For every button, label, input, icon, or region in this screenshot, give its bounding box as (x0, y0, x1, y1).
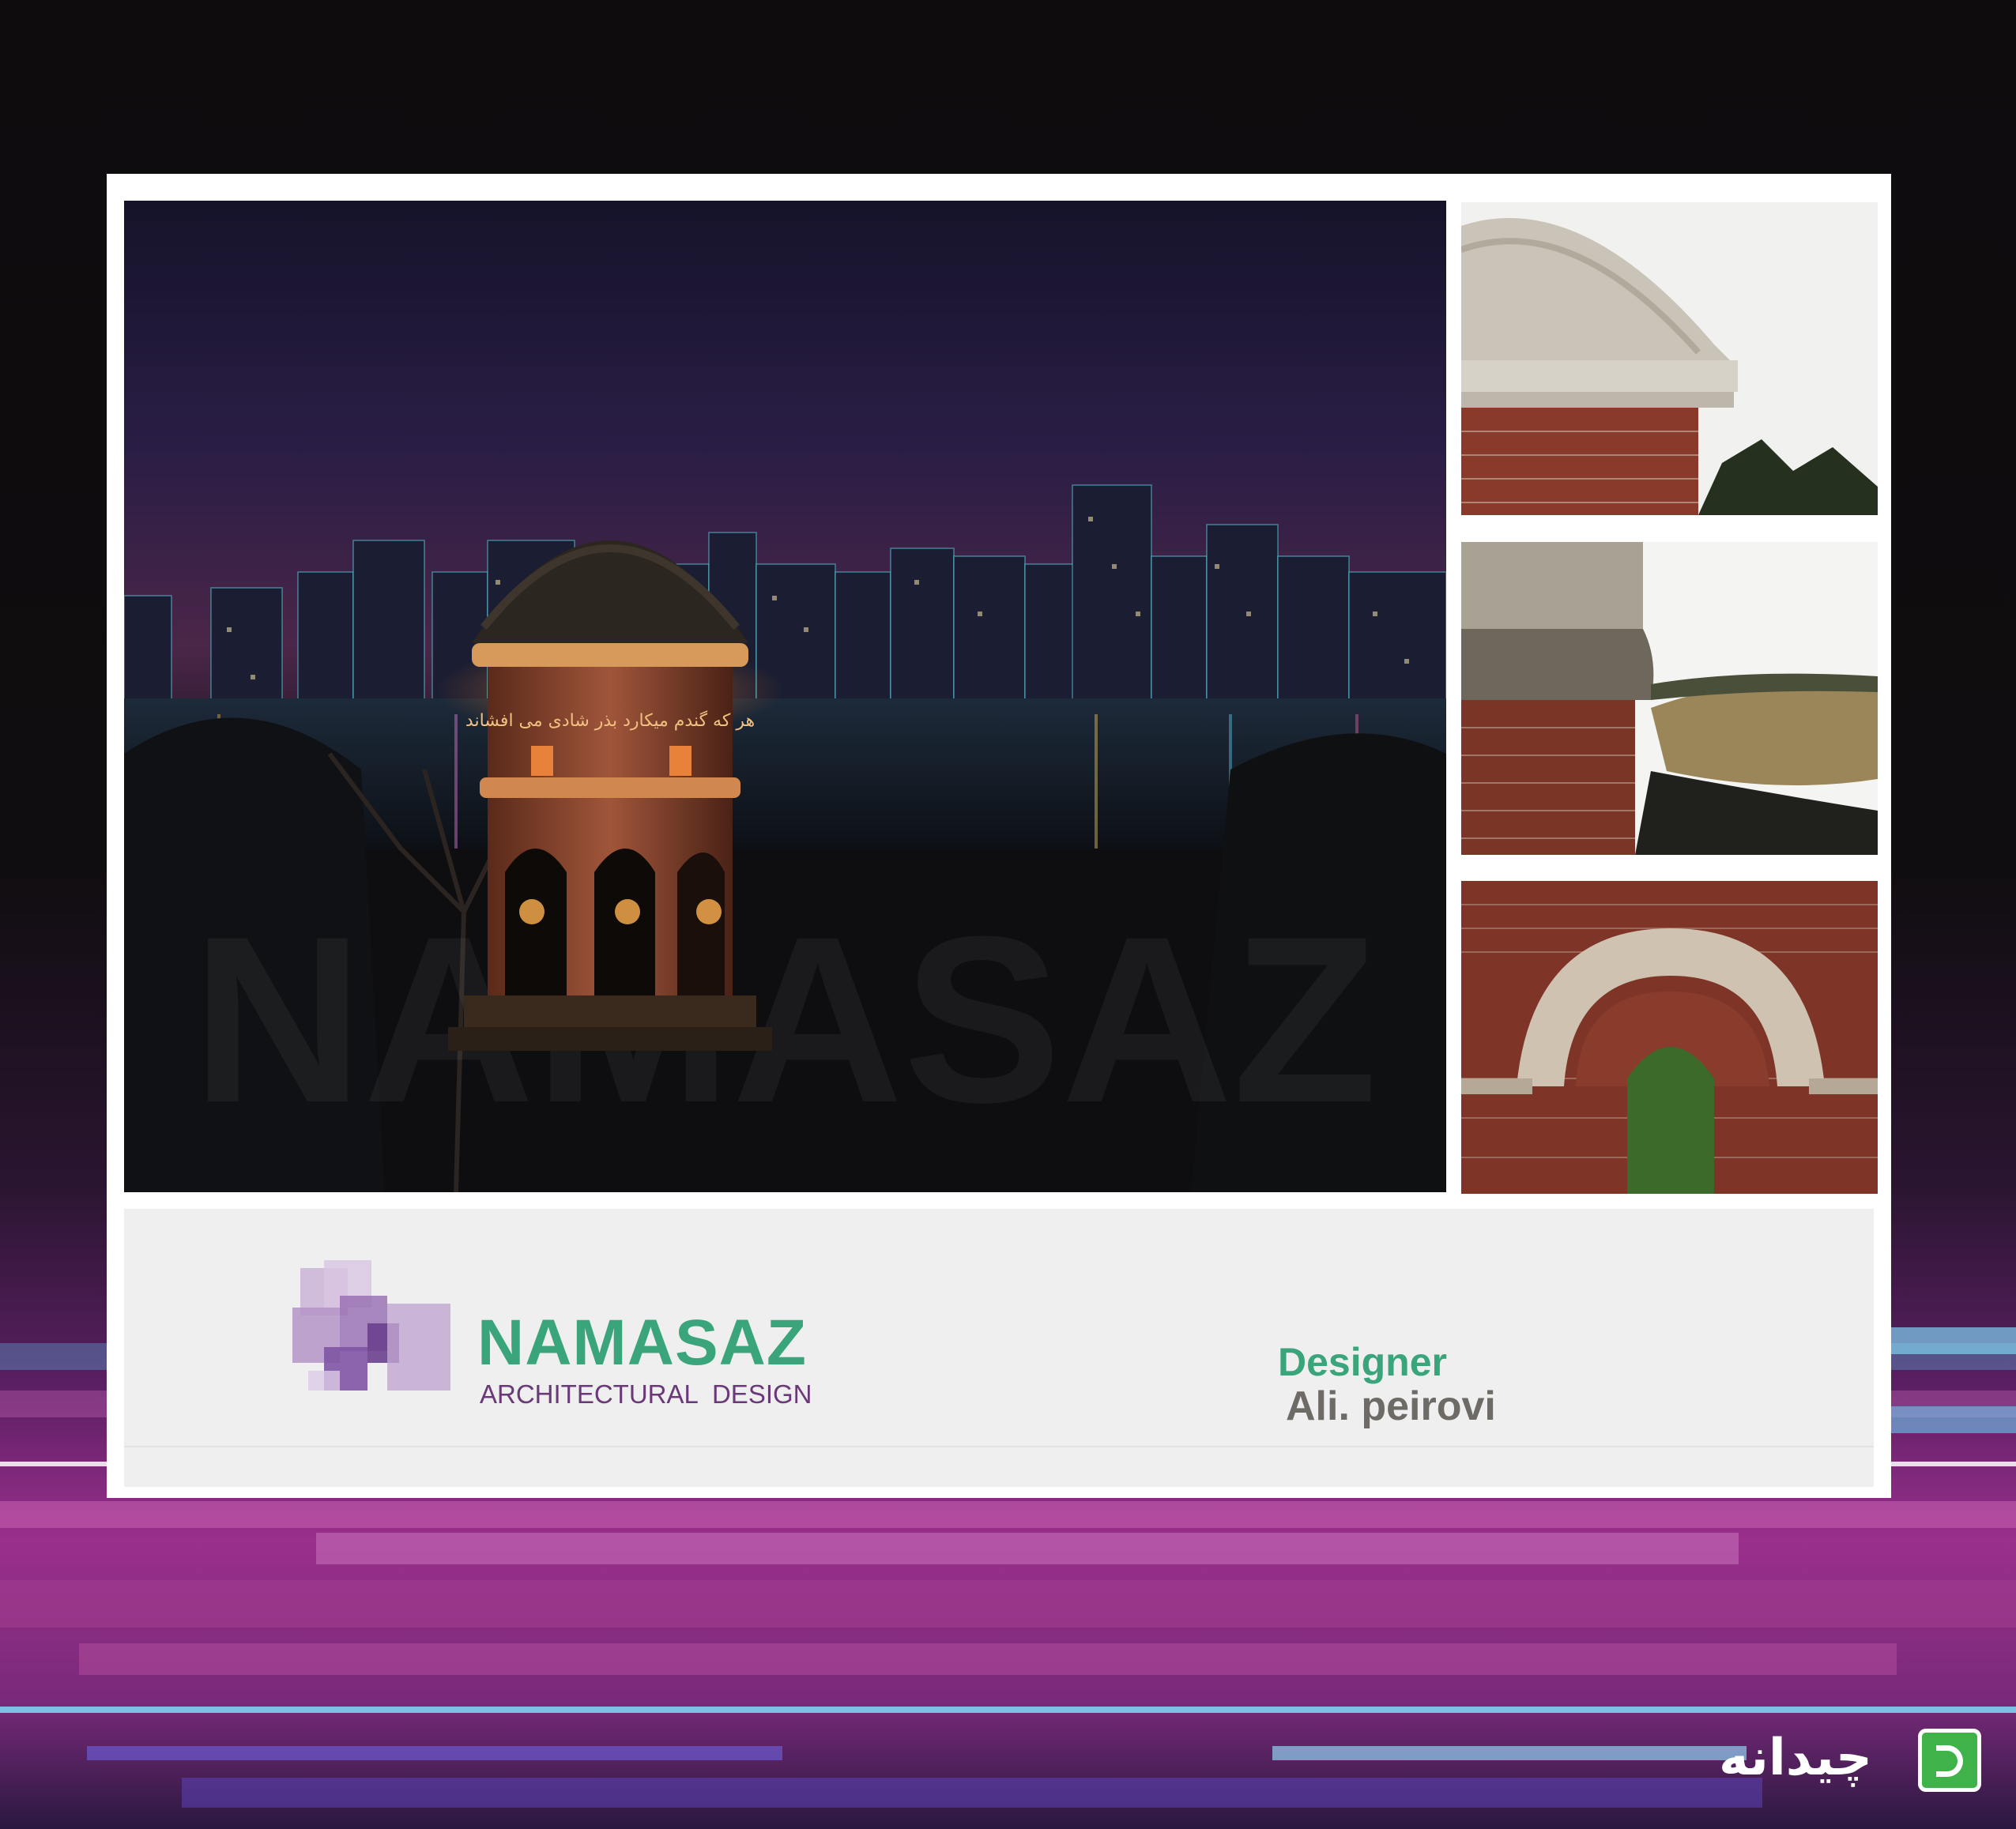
brand-tagline: ARCHITECTURAL DESIGN (480, 1379, 812, 1409)
detail-cornice-image (1461, 542, 1878, 855)
detail-arch-image (1461, 881, 1878, 1194)
footer-branding: NAMASAZ ARCHITECTURAL DESIGN Designer Al… (124, 1209, 1874, 1487)
detail-dome-image (1461, 202, 1878, 515)
corner-logo-text: چیدانه (1719, 1729, 1872, 1787)
designer-name: Ali. peirovi (1286, 1383, 1496, 1429)
watermark-text: NAMASAZ (192, 886, 1377, 1152)
pavilion-illustration (436, 540, 784, 1051)
designer-label: Designer (1278, 1340, 1447, 1384)
inscription-text: هر که گندم میکارد بذر شادی می افشاند (465, 710, 755, 731)
footer-divider (124, 1446, 1874, 1447)
main-render-image: NAMASAZ هر که گندم میکارد بذر شادی می اف… (124, 201, 1446, 1192)
brand-name: NAMASAZ (477, 1307, 807, 1379)
corner-site-logo: چیدانه (1711, 1722, 1988, 1809)
corner-logo-icon (1918, 1729, 1981, 1792)
namasaz-logo-mark (292, 1260, 450, 1402)
presentation-card: NAMASAZ هر که گندم میکارد بذر شادی می اف… (107, 174, 1891, 1498)
